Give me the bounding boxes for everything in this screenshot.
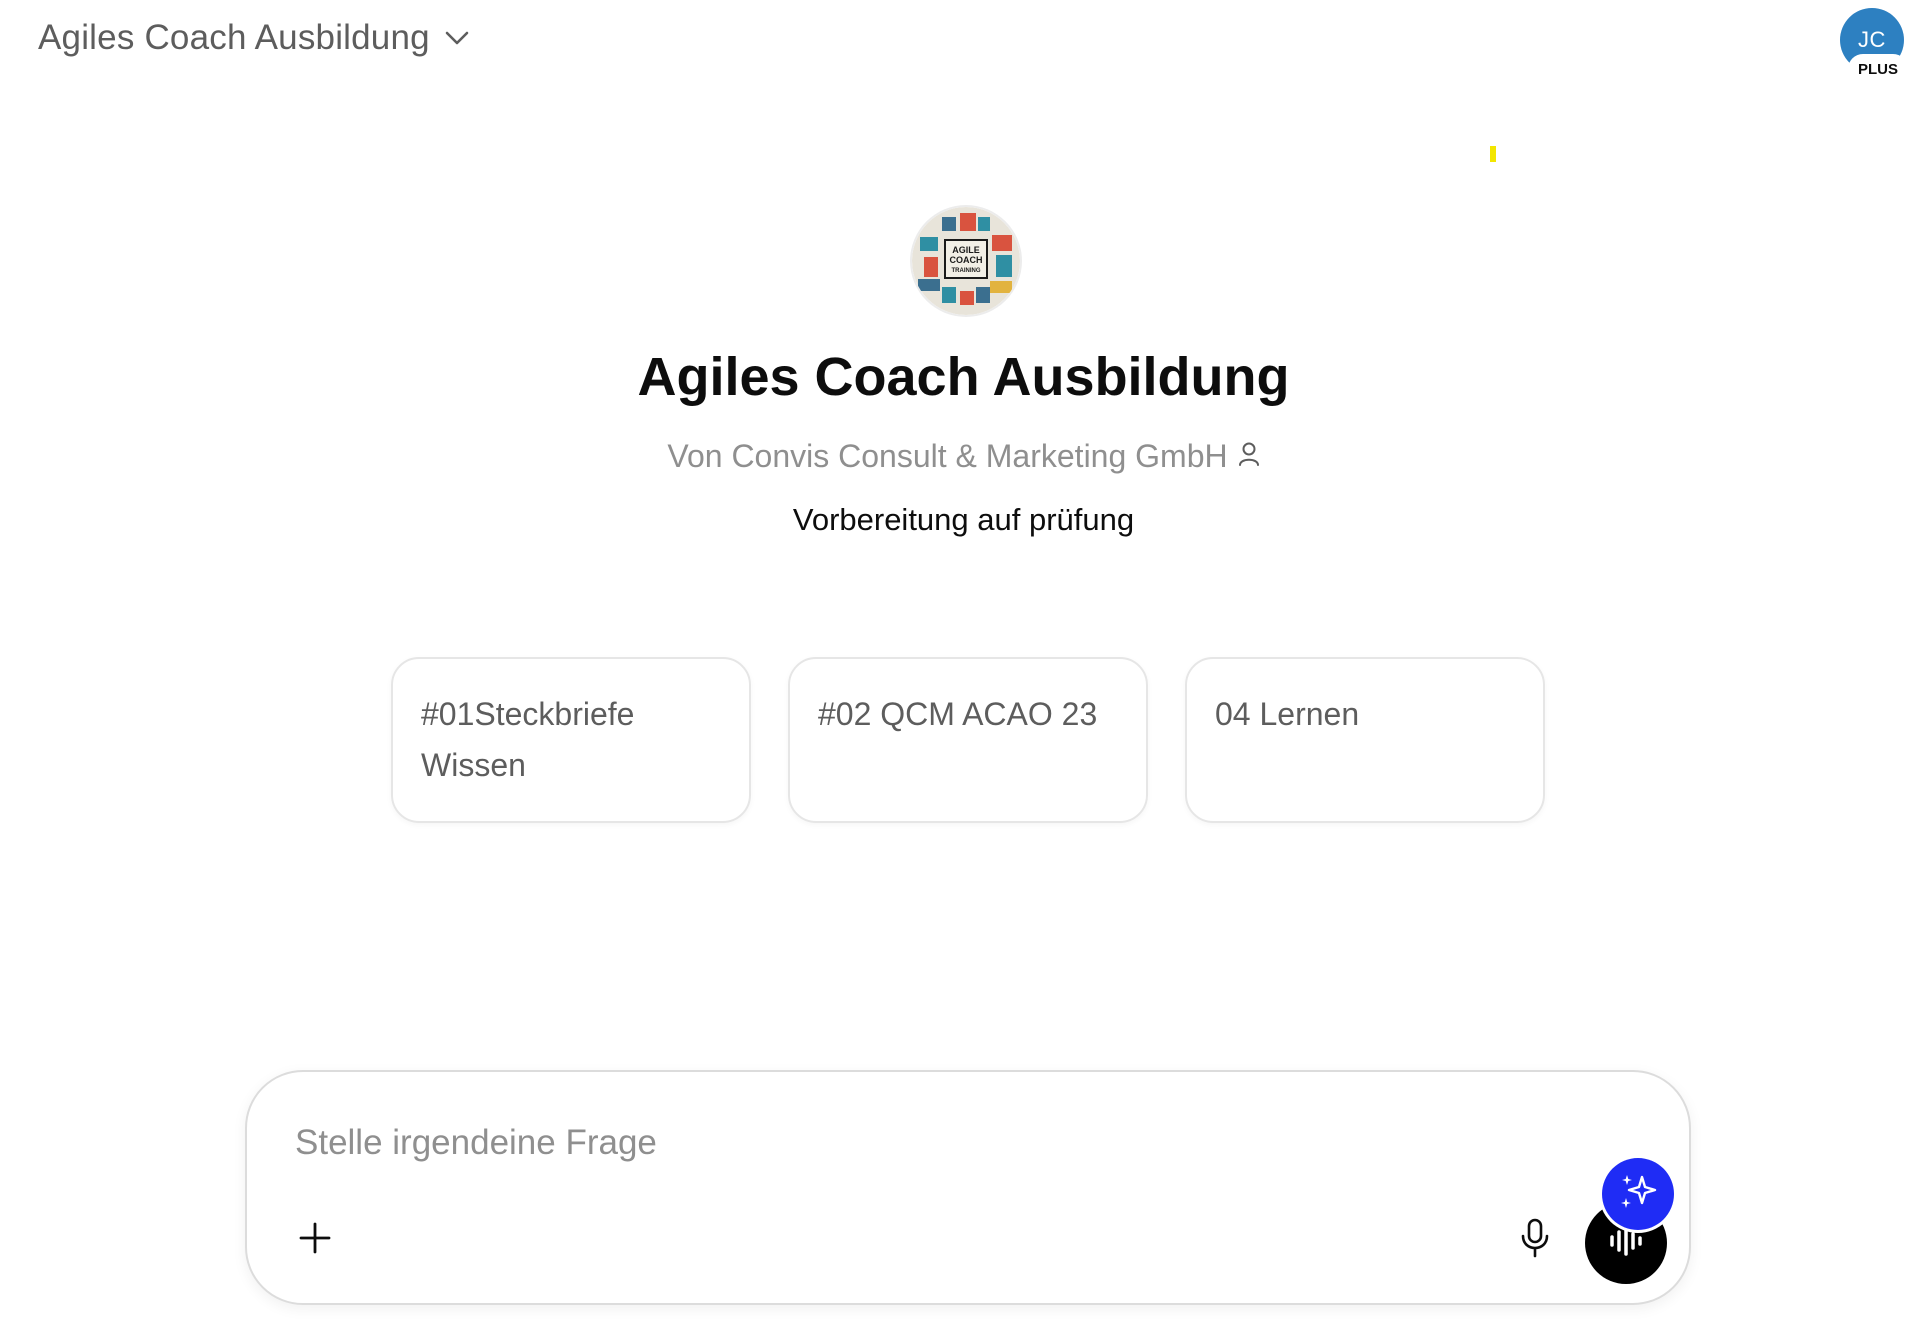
plus-icon xyxy=(298,1221,332,1260)
model-switcher-title: Agiles Coach Ausbildung xyxy=(38,18,430,57)
conversation-starters: #01Steckbriefe Wissen #02 QCM ACAO 23 04… xyxy=(391,657,1545,823)
chevron-down-icon xyxy=(444,30,470,46)
voice-waveform-icon xyxy=(1608,1225,1644,1261)
gpt-author-name: Von Convis Consult & Marketing GmbH xyxy=(667,438,1228,474)
gpt-author[interactable]: Von Convis Consult & Marketing GmbH xyxy=(0,438,1927,475)
composer xyxy=(245,1070,1691,1305)
page: Agiles Coach Ausbildung JC PLUS AGILE CO… xyxy=(0,0,1927,1321)
prompt-input[interactable] xyxy=(293,1114,1547,1172)
starter-card[interactable]: 04 Lernen xyxy=(1185,657,1545,823)
gpt-description: Vorbereitung auf prüfung xyxy=(792,502,1135,537)
starter-card[interactable]: #01Steckbriefe Wissen xyxy=(391,657,751,823)
gpt-title: Agiles Coach Ausbildung xyxy=(637,347,1290,407)
starter-card[interactable]: #02 QCM ACAO 23 xyxy=(788,657,1148,823)
model-switcher[interactable]: Agiles Coach Ausbildung xyxy=(38,18,470,58)
svg-text:AGILE: AGILE xyxy=(952,245,980,255)
gpt-logo: AGILE COACH TRAINING xyxy=(912,207,1020,315)
svg-text:TRAINING: TRAINING xyxy=(952,268,981,274)
cursor-marker xyxy=(1490,146,1496,162)
svg-text:COACH: COACH xyxy=(950,255,983,265)
sparkle-icon xyxy=(1617,1171,1659,1218)
person-icon xyxy=(1238,438,1260,475)
attach-button[interactable] xyxy=(287,1212,343,1268)
assistant-button[interactable] xyxy=(1602,1158,1674,1230)
plan-badge: PLUS xyxy=(1850,56,1907,82)
profile-menu[interactable]: JC PLUS xyxy=(1840,8,1907,88)
microphone-icon xyxy=(1520,1218,1550,1263)
dictate-button[interactable] xyxy=(1507,1212,1563,1268)
